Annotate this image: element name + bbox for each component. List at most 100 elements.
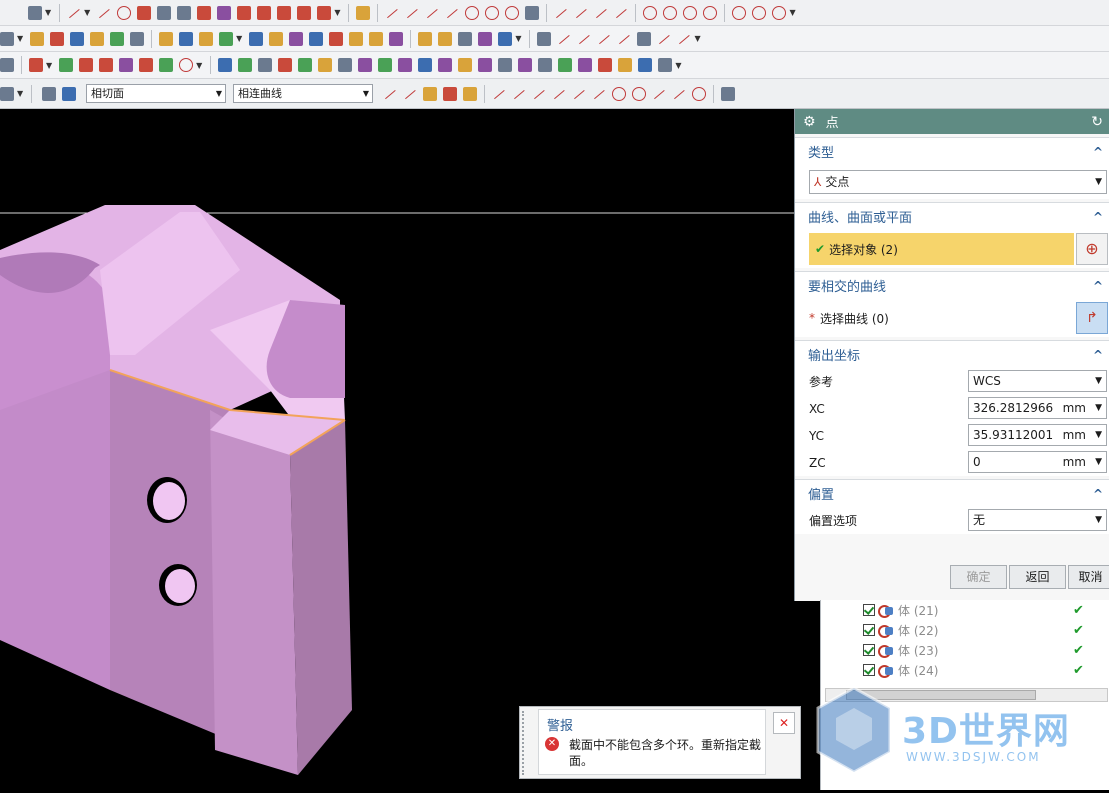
snap-icon[interactable] [572,87,586,101]
collapse-icon[interactable]: ^ [1093,348,1103,362]
line-icon[interactable] [594,6,608,20]
type-section-header[interactable]: 类型 ^ [795,138,1109,165]
select-mode-icon[interactable] [0,86,14,101]
circle-icon[interactable] [703,5,718,20]
point-constructor-button[interactable]: ⊕ [1076,233,1108,265]
tool-icon[interactable] [498,58,513,72]
line-icon[interactable] [574,6,588,20]
tool-icon[interactable] [478,31,493,46]
yc-input[interactable]: 35.93112001 mm ▼ [968,424,1107,446]
tool-icon[interactable] [110,31,125,46]
arc-icon[interactable] [465,5,480,20]
circle-icon[interactable] [752,5,767,20]
text-icon[interactable] [177,5,192,20]
snap-icon[interactable] [492,87,506,101]
circle-icon[interactable] [772,5,787,20]
tool-icon[interactable] [637,31,652,46]
dropdown-arrow-icon[interactable]: ▼ [46,61,52,70]
tool-icon[interactable] [538,58,553,72]
tool-icon[interactable] [478,58,493,72]
cancel-button[interactable]: 取消 [1068,565,1109,589]
curve-icon[interactable] [597,32,611,46]
snap-icon[interactable] [532,87,546,101]
offset-option-dropdown[interactable]: 无 ▼ [968,509,1107,531]
tool-icon[interactable] [249,31,264,46]
tool-icon[interactable] [438,31,453,46]
curve-icon[interactable] [577,32,591,46]
circle-icon[interactable] [683,5,698,20]
horizontal-scrollbar[interactable] [825,688,1108,702]
snap-icon[interactable] [463,87,477,101]
tool-icon[interactable] [358,58,373,72]
tool-icon[interactable] [99,58,114,72]
tool-icon[interactable] [29,58,43,72]
collapse-icon[interactable]: ^ [1093,145,1103,159]
collapse-icon[interactable]: ^ [1093,487,1103,501]
tool-icon[interactable] [278,58,293,72]
tool-icon[interactable] [598,58,613,72]
grid-icon[interactable] [525,5,540,20]
circle-icon[interactable] [732,5,747,20]
dropdown-arrow-icon[interactable]: ▼ [694,34,700,43]
snap-icon[interactable] [652,87,666,101]
tool-icon[interactable] [139,58,154,72]
circle-icon[interactable] [179,58,194,72]
line-icon[interactable] [425,6,439,20]
snap-icon[interactable] [692,87,706,101]
visibility-checkbox[interactable] [863,664,875,676]
snap-icon[interactable] [721,87,735,101]
tool-icon[interactable] [159,58,174,72]
snap-icon[interactable] [592,87,606,101]
curve-icon[interactable] [617,32,631,46]
tree-row[interactable]: 体 (24) ✔ [863,660,1084,680]
line-icon[interactable] [554,6,568,20]
reset-icon[interactable]: ↻ [1091,114,1103,130]
arc-icon[interactable] [505,5,520,20]
dropdown-arrow-icon[interactable]: ▼ [515,34,521,43]
snap-icon[interactable] [403,87,417,101]
tool-icon[interactable] [349,31,364,46]
tool-icon[interactable] [378,58,393,72]
snap-icon[interactable] [672,87,686,101]
tree-row[interactable]: 体 (22) ✔ [863,620,1084,640]
curve-icon[interactable] [557,32,571,46]
circle-icon[interactable] [137,5,152,20]
output-section-header[interactable]: 输出坐标 ^ [795,341,1109,368]
tool-icon[interactable] [369,31,384,46]
extend-icon[interactable] [277,5,292,20]
tool-icon[interactable] [458,58,473,72]
tool-icon[interactable] [498,31,513,46]
select-object-field[interactable]: ✔ 选择对象 (2) [809,233,1074,265]
circle-icon[interactable] [663,5,678,20]
tool-icon[interactable] [518,58,533,72]
tool-icon[interactable] [159,31,174,46]
tool-icon[interactable] [398,58,413,72]
tool-icon[interactable] [458,31,473,46]
tool-icon[interactable] [418,31,433,46]
tool-icon[interactable] [578,58,593,72]
tool-icon[interactable] [79,58,94,72]
tool-icon[interactable] [329,31,344,46]
line-icon[interactable] [385,6,399,20]
arc-icon[interactable] [117,5,132,20]
snap-icon[interactable] [612,87,626,101]
snap-icon[interactable] [632,87,646,101]
line-icon[interactable] [614,6,628,20]
dropdown-arrow-icon[interactable]: ▼ [236,34,242,43]
dropdown-arrow-icon[interactable]: ▼ [789,8,795,17]
part-model[interactable] [0,109,795,790]
graphics-viewport[interactable] [0,109,795,790]
dropdown-arrow-icon[interactable]: ▼ [334,8,340,17]
collapse-icon[interactable]: ^ [1093,210,1103,224]
line-icon[interactable] [67,6,81,20]
dropdown-arrow-icon[interactable]: ▼ [84,8,90,17]
tool-icon[interactable] [0,58,14,72]
offset-section-header[interactable]: 偏置 ^ [795,480,1109,507]
dropdown-arrow-icon[interactable]: ▼ [675,61,681,70]
tool-icon[interactable] [219,31,234,46]
tool-icon[interactable] [438,58,453,72]
shaded-view-icon[interactable] [42,86,57,101]
snap-icon[interactable] [383,87,397,101]
reference-dropdown[interactable]: WCS ▼ [968,370,1107,392]
ok-button[interactable]: 确定 [950,565,1007,589]
